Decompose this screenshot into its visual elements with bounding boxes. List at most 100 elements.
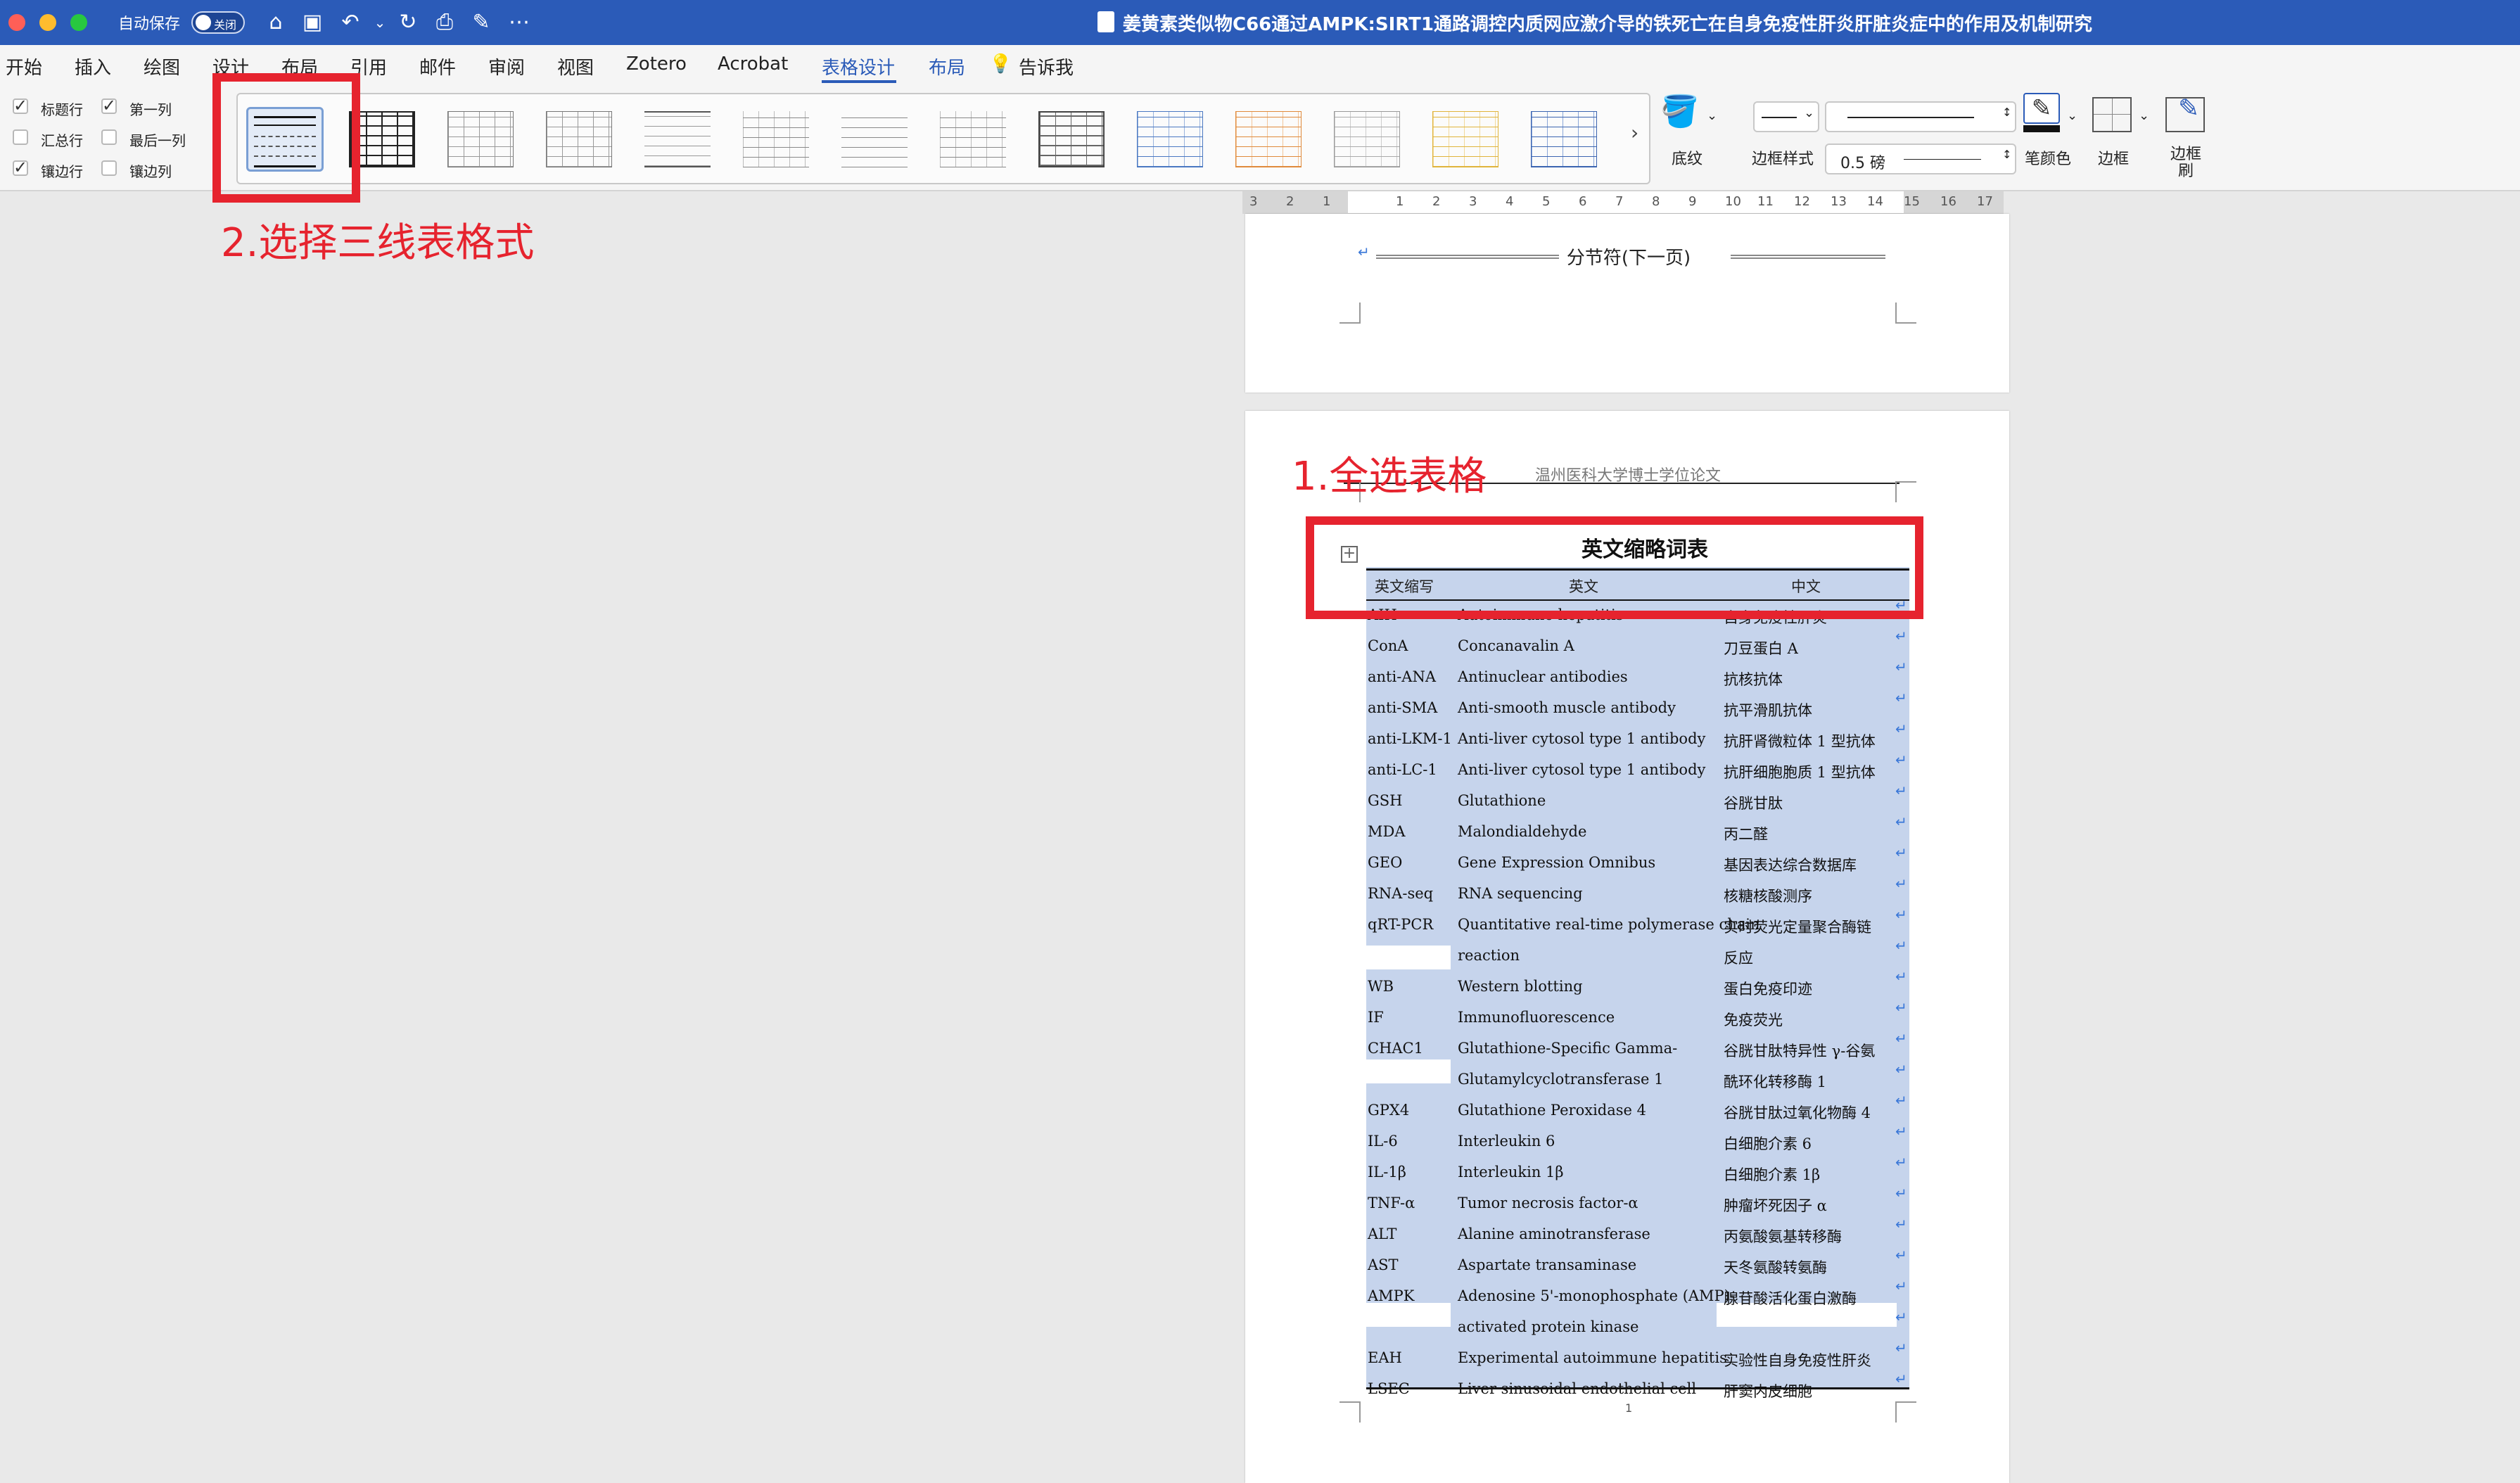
table-cell[interactable]: 刀豆蛋白 A (1724, 637, 1798, 658)
tab-draw[interactable]: 绘图 (144, 53, 180, 79)
zoom-window-button[interactable] (70, 14, 87, 31)
table-cell[interactable]: Experimental autoimmune hepatitis (1458, 1349, 1727, 1366)
table-cell[interactable]: ConA (1368, 637, 1408, 654)
table-cell[interactable]: IL-1β (1368, 1164, 1406, 1180)
table-cell[interactable]: 白细胞介素 1β (1724, 1164, 1820, 1185)
table-cell[interactable]: RNA sequencing (1458, 885, 1583, 902)
draw-table-icon[interactable]: ✎ (467, 8, 495, 37)
pen-color-chevron-icon[interactable]: ⌄ (2067, 108, 2077, 123)
more-commands-icon[interactable]: ⋯ (505, 8, 533, 37)
table-style-plain-2[interactable] (540, 107, 618, 172)
home-icon[interactable]: ⌂ (262, 8, 290, 37)
table-cell[interactable]: GEO (1368, 854, 1402, 871)
table-cell[interactable]: Glutathione (1458, 792, 1546, 809)
table-cell[interactable]: ALT (1368, 1226, 1396, 1242)
table-cell[interactable]: Anti-smooth muscle antibody (1458, 699, 1676, 716)
table-cell[interactable]: qRT-PCR (1368, 916, 1433, 933)
table-cell[interactable]: RNA-seq (1368, 885, 1433, 902)
table-cell[interactable]: LSEC (1368, 1380, 1410, 1397)
table-cell[interactable]: TNF-α (1368, 1195, 1415, 1211)
table-cell[interactable]: 白细胞介素 6 (1724, 1133, 1812, 1154)
table-cell[interactable]: Aspartate transaminase (1458, 1256, 1636, 1273)
minimize-window-button[interactable] (39, 14, 56, 31)
table-style-grey[interactable] (1328, 107, 1406, 172)
shading-chevron-icon[interactable]: ⌄ (1707, 108, 1717, 123)
table-cell[interactable]: 丙二醛 (1724, 823, 1768, 844)
table-cell[interactable]: 实验性自身免疫性肝炎 (1724, 1349, 1871, 1370)
table-cell[interactable]: 免疫荧光 (1724, 1009, 1783, 1030)
banded-columns-checkbox[interactable] (101, 160, 117, 176)
border-styles-select[interactable]: ⌄ (1753, 101, 1819, 132)
table-style-gold[interactable] (1427, 107, 1504, 172)
table-cell[interactable]: anti-LKM-1 (1368, 730, 1452, 747)
borders-chevron-icon[interactable]: ⌄ (2139, 108, 2149, 123)
table-cell[interactable]: IF (1368, 1009, 1384, 1026)
redo-icon[interactable]: ↻ (394, 8, 422, 37)
table-style-plain-1[interactable] (442, 107, 519, 172)
borders-icon[interactable] (2092, 97, 2132, 132)
table-cell[interactable]: Gene Expression Omnibus (1458, 854, 1655, 871)
table-style-plain-3[interactable] (639, 107, 716, 172)
undo-dropdown-chevron-icon[interactable]: ⌄ (366, 8, 394, 37)
table-cell[interactable]: 肿瘤坏死因子 α (1724, 1195, 1827, 1216)
table-cell[interactable]: reaction (1458, 947, 1520, 964)
table-cell[interactable]: activated protein kinase (1458, 1318, 1638, 1335)
table-cell[interactable]: Adenosine 5'-monophosphate (AMP)- (1458, 1287, 1735, 1304)
table-cell[interactable]: Alanine aminotransferase (1458, 1226, 1650, 1242)
tab-mailings[interactable]: 邮件 (419, 53, 456, 79)
tab-acrobat[interactable]: Acrobat (718, 53, 788, 75)
table-cell[interactable]: 反应 (1724, 947, 1753, 968)
table-style-plain-6[interactable] (934, 107, 1012, 172)
table-cell[interactable]: 实时荧光定量聚合酶链 (1724, 916, 1871, 937)
table-cell[interactable]: Anti-liver cytosol type 1 antibody (1458, 761, 1705, 778)
table-cell[interactable]: 酰环化转移酶 1 (1724, 1071, 1826, 1092)
table-cell[interactable]: anti-ANA (1368, 668, 1436, 685)
tab-table-layout[interactable]: 布局 (929, 53, 965, 79)
tab-table-design[interactable]: 表格设计 (822, 53, 895, 79)
gallery-more-chevron-icon[interactable]: › (1631, 121, 1638, 144)
horizontal-ruler[interactable]: 3 2 1 1 2 3 4 5 6 7 8 9 10 11 12 13 14 1… (1242, 191, 2004, 214)
table-cell[interactable]: Concanavalin A (1458, 637, 1574, 654)
table-cell[interactable]: IL-6 (1368, 1133, 1398, 1150)
line-weight-select[interactable]: 0.5 磅 ↕ (1825, 144, 2016, 174)
tell-me-search[interactable]: 告诉我 (1019, 53, 1074, 79)
table-cell[interactable]: 腺苷酸活化蛋白激酶 (1724, 1287, 1857, 1309)
table-cell[interactable]: WB (1368, 978, 1394, 995)
table-cell[interactable]: Interleukin 1β (1458, 1164, 1564, 1180)
table-cell[interactable]: MDA (1368, 823, 1406, 840)
table-cell[interactable]: Glutathione Peroxidase 4 (1458, 1102, 1646, 1119)
undo-icon[interactable]: ↶ (336, 8, 364, 37)
table-cell[interactable]: anti-SMA (1368, 699, 1437, 716)
table-cell[interactable]: Anti-liver cytosol type 1 antibody (1458, 730, 1705, 747)
total-row-checkbox[interactable] (13, 129, 28, 145)
tab-zotero[interactable]: Zotero (626, 53, 687, 75)
table-cell[interactable]: Antinuclear antibodies (1458, 668, 1628, 685)
table-cell[interactable]: Glutamylcyclotransferase 1 (1458, 1071, 1664, 1088)
table-cell[interactable]: anti-LC-1 (1368, 761, 1437, 778)
table-cell[interactable]: 谷胱甘肽过氧化物酶 4 (1724, 1102, 1871, 1123)
table-cell[interactable]: Western blotting (1458, 978, 1583, 995)
pen-color-icon[interactable]: ✎ (2019, 93, 2064, 132)
tab-view[interactable]: 视图 (557, 53, 594, 79)
table-cell[interactable]: EAH (1368, 1349, 1402, 1366)
tab-insert[interactable]: 插入 (75, 53, 111, 79)
print-icon[interactable]: ⎙ (431, 8, 459, 37)
table-cell[interactable]: 抗肝肾微粒体 1 型抗体 (1724, 730, 1876, 751)
line-style-select[interactable]: ↕ (1825, 101, 2016, 132)
autosave-toggle[interactable]: 关闭 (191, 11, 245, 34)
table-style-orange[interactable] (1230, 107, 1307, 172)
table-cell[interactable]: 肝窦内皮细胞 (1724, 1380, 1812, 1401)
table-style-grid-dark[interactable] (1033, 107, 1110, 172)
table-cell[interactable]: AST (1368, 1256, 1399, 1273)
table-cell[interactable]: 蛋白免疫印迹 (1724, 978, 1812, 999)
table-cell[interactable]: GSH (1368, 792, 1402, 809)
table-cell[interactable]: 抗核抗体 (1724, 668, 1783, 689)
table-cell[interactable]: 谷胱甘肽 (1724, 792, 1783, 813)
table-cell[interactable]: 抗肝细胞胞质 1 型抗体 (1724, 761, 1876, 782)
table-style-plain-5[interactable] (836, 107, 913, 172)
tab-review[interactable]: 审阅 (488, 53, 525, 79)
paint-bucket-icon[interactable]: 🪣 (1660, 93, 1699, 129)
tab-home[interactable]: 开始 (6, 53, 42, 79)
table-cell[interactable]: Tumor necrosis factor-α (1458, 1195, 1638, 1211)
table-style-blue[interactable] (1131, 107, 1209, 172)
